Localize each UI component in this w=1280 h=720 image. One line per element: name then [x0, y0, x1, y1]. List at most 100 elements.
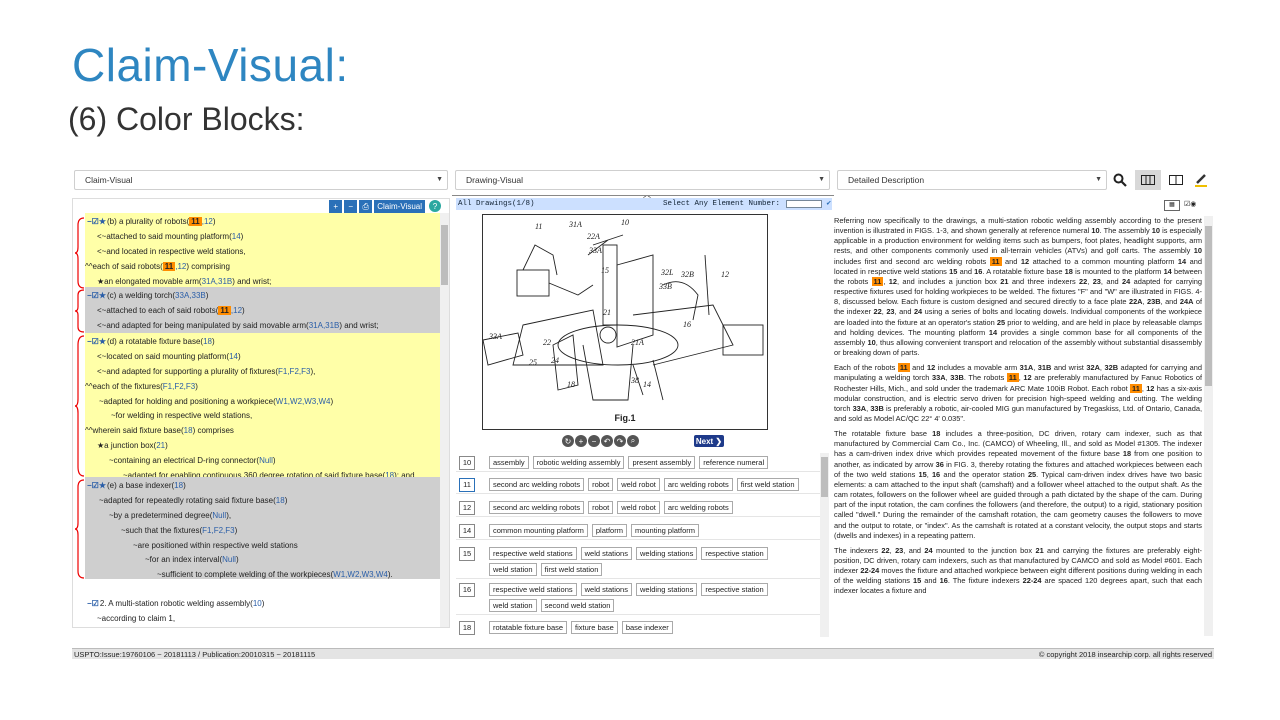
claim-ref[interactable]: W1,W2,W3,W4	[276, 397, 331, 406]
claim-ref[interactable]: 10	[253, 599, 262, 608]
element-number-select[interactable]	[786, 200, 822, 208]
scroll-thumb[interactable]	[441, 225, 448, 285]
claim-2-heading[interactable]: −☑2. A multi-station robotic welding ass…	[87, 597, 437, 612]
element-chip[interactable]: weld station	[489, 599, 537, 612]
two-column-icon[interactable]	[1165, 170, 1187, 190]
collapse-icon[interactable]: −☑★	[87, 481, 106, 490]
element-number[interactable]: 12	[459, 501, 475, 515]
claim-visual-button[interactable]: Claim-Visual	[374, 200, 425, 213]
claim-ref[interactable]: F1,F2,F3	[202, 526, 234, 535]
drawing-view-select[interactable]: Drawing-Visual ▼	[455, 170, 830, 190]
claim-ref[interactable]: 14	[229, 352, 238, 361]
element-chip[interactable]: welding stations	[635, 547, 698, 560]
search-icon[interactable]	[1109, 170, 1131, 190]
description-view-select[interactable]: Detailed Description ▼	[837, 170, 1107, 190]
claim-ref[interactable]: Null	[222, 555, 236, 564]
claims-scrollbar[interactable]	[440, 213, 449, 627]
rotate-left-icon[interactable]: ↶	[601, 435, 613, 447]
help-icon[interactable]: ?	[429, 200, 441, 212]
element-number[interactable]: 16	[459, 583, 475, 597]
image-text-icon[interactable]: ▦	[1164, 200, 1180, 211]
claim-ref[interactable]: 18	[184, 426, 193, 435]
claim-ref[interactable]: 33A,33B	[175, 291, 206, 300]
collapse-icon[interactable]: −☑	[87, 599, 99, 608]
description-scrollbar[interactable]	[1204, 216, 1213, 636]
claim-ref[interactable]: Null	[212, 511, 226, 520]
collapse-all-button[interactable]: −	[344, 200, 358, 213]
highlight-ref[interactable]: 11	[189, 217, 202, 226]
claim-ref[interactable]: ,12	[202, 217, 213, 226]
element-list-scrollbar[interactable]	[820, 453, 829, 637]
claim-ref[interactable]: 31A,31B	[309, 321, 340, 330]
element-chip[interactable]: first weld station	[540, 563, 603, 576]
element-chip[interactable]: respective weld stations	[489, 547, 577, 560]
collapse-icon[interactable]: −☑★	[87, 217, 106, 226]
next-button[interactable]: Next ❯	[694, 435, 724, 447]
element-chip[interactable]: common mounting platform	[489, 524, 588, 537]
claim-ref[interactable]: F1,F2,F3	[163, 382, 195, 391]
zoom-out-icon[interactable]: −	[588, 435, 600, 447]
claim-ref[interactable]: Null	[259, 456, 273, 465]
element-chip[interactable]: robotic welding assembly	[532, 456, 625, 469]
claim-ref[interactable]: 18	[276, 496, 285, 505]
element-chip[interactable]: respective station	[701, 547, 768, 560]
highlight-ref[interactable]: 11	[162, 261, 176, 271]
element-number[interactable]: 10	[459, 456, 475, 470]
element-chip[interactable]: present assembly	[628, 456, 696, 469]
claim-ref[interactable]: 21	[156, 441, 165, 450]
element-chip[interactable]: reference numeral	[699, 456, 769, 469]
element-chip[interactable]: robot	[588, 478, 614, 491]
claim-ref[interactable]: 31A,31B	[202, 277, 233, 286]
element-number[interactable]: 15	[459, 547, 475, 561]
collapse-icon[interactable]: −☑★	[87, 291, 106, 300]
element-chip[interactable]: welding stations	[635, 583, 698, 596]
claim-ref[interactable]: W1,W2,W3,W4	[333, 570, 388, 579]
element-chip[interactable]: second arc welding robots	[489, 501, 585, 514]
element-chip[interactable]: second weld station	[540, 599, 615, 612]
element-number[interactable]: 11	[459, 478, 475, 492]
claim-ref[interactable]: 18	[174, 481, 183, 490]
element-chip[interactable]: weld stations	[580, 547, 632, 560]
highlighter-icon[interactable]	[1190, 170, 1212, 190]
magnifier-icon[interactable]: ⌕	[627, 435, 639, 447]
claim-view-select[interactable]: Claim-Visual ▼	[74, 170, 448, 190]
element-chip[interactable]: base indexer	[621, 621, 673, 634]
element-chip[interactable]: weld robot	[617, 478, 660, 491]
element-chip[interactable]: first weld station	[736, 478, 799, 491]
claim-ref[interactable]: 14	[232, 232, 241, 241]
element-chip[interactable]: rotatable fixture base	[489, 621, 568, 634]
element-chip[interactable]: assembly	[489, 456, 529, 469]
claim-ref[interactable]: F1,F2,F3	[278, 367, 310, 376]
element-names: respective weld stations weld stations wel…	[489, 579, 819, 614]
element-chip[interactable]: fixture base	[571, 621, 618, 634]
element-chip[interactable]: platform	[591, 524, 627, 537]
element-chip[interactable]: mounting platform	[630, 524, 699, 537]
scroll-thumb[interactable]	[821, 457, 828, 497]
print-icon[interactable]: ⎙	[359, 200, 373, 213]
claim-ref[interactable]: 18	[203, 337, 212, 346]
element-chip[interactable]: weld robot	[617, 501, 660, 514]
element-number[interactable]: 14	[459, 524, 475, 538]
element-chip[interactable]: respective station	[701, 583, 768, 596]
description-view-select-value: Detailed Description	[848, 175, 925, 185]
claim-ref[interactable]: ,12	[175, 262, 186, 271]
expand-all-button[interactable]: +	[329, 200, 343, 213]
highlight-ref[interactable]: 11	[218, 305, 231, 315]
three-column-icon[interactable]	[1135, 170, 1161, 190]
element-chip[interactable]: second arc welding robots	[489, 478, 585, 491]
toggle-view-icon[interactable]: ☑◉	[1184, 200, 1200, 211]
element-chip[interactable]: arc welding robots	[663, 478, 733, 491]
collapse-icon[interactable]: −☑★	[87, 337, 106, 346]
reset-icon[interactable]: ↻	[562, 435, 574, 447]
rotate-right-icon[interactable]: ↷	[614, 435, 626, 447]
element-chip[interactable]: respective weld stations	[489, 583, 577, 596]
element-chip[interactable]: arc welding robots	[663, 501, 733, 514]
scroll-thumb[interactable]	[1205, 226, 1212, 386]
element-chip[interactable]: weld stations	[580, 583, 632, 596]
element-number[interactable]: 18	[459, 621, 475, 635]
zoom-in-icon[interactable]: +	[575, 435, 587, 447]
element-chip[interactable]: robot	[588, 501, 614, 514]
element-chip[interactable]: weld station	[489, 563, 537, 576]
element-row: 18 rotatable fixture base fixture base base…	[456, 617, 828, 636]
claim-ref[interactable]: ,12	[231, 306, 242, 315]
